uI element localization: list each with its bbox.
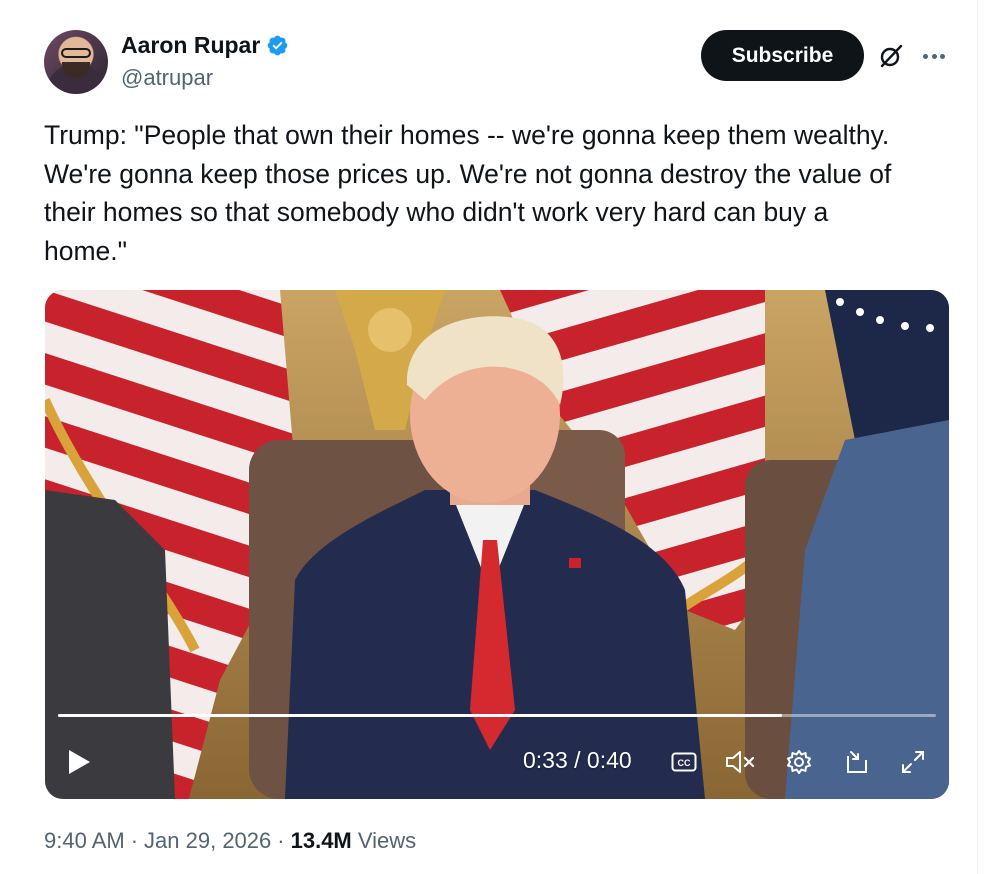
avatar-beard [62,62,90,78]
avatar[interactable] [44,30,108,94]
more-dot [931,53,937,59]
more-icon[interactable] [920,42,948,70]
meta-separator: · [277,828,285,853]
meta-separator: · [130,828,139,853]
tweet-text: Trump: "People that own their homes -- w… [44,120,892,266]
avatar-glasses [61,48,91,58]
svg-text:CC: CC [678,758,691,768]
author-name-row[interactable]: Aaron Rupar [121,32,289,59]
grok-icon[interactable] [877,42,905,70]
video-progress-fill [58,714,783,717]
settings-icon[interactable] [783,744,815,780]
tweet-card: Aaron Rupar @atrupar Subscribe Trump: "P… [0,0,978,874]
views-label: Views [357,828,417,853]
fullscreen-icon[interactable] [897,744,929,780]
tweet-time[interactable]: 9:40 AM [44,828,125,854]
more-dot [923,53,928,59]
author-name[interactable]: Aaron Rupar [121,32,260,59]
tweet-date[interactable]: Jan 29, 2026 [144,828,271,854]
more-dot [940,53,945,59]
subscribe-button[interactable]: Subscribe [701,30,864,81]
mute-icon[interactable] [723,744,759,780]
verified-badge-icon [267,35,288,56]
cc-icon[interactable]: CC [669,744,699,780]
views-count: 13.4M [290,828,352,853]
video-progress-bar[interactable] [58,714,936,717]
picture-in-picture-icon[interactable] [841,744,873,780]
play-icon[interactable] [63,744,95,780]
video-player[interactable]: 0:33 / 0:40 CC [45,290,949,799]
video-frame [45,290,949,799]
video-time-display: 0:33 / 0:40 [523,747,632,773]
author-handle[interactable]: @atrupar [121,65,213,91]
tweet-meta: 9:40 AM · Jan 29, 2026 · 13.4M Views [44,828,416,854]
